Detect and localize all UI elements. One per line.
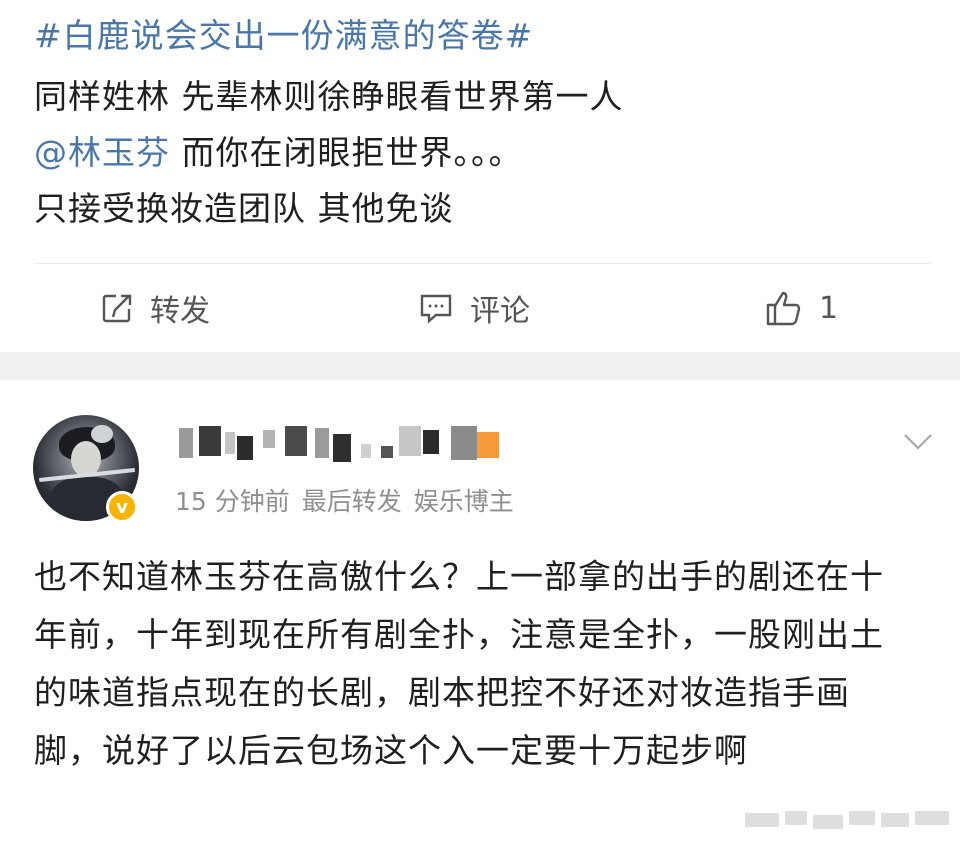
like-button[interactable]: 1 <box>765 286 838 330</box>
chevron-down-icon[interactable] <box>903 432 933 452</box>
repost-icon <box>102 294 132 323</box>
post-status: 最后转发 <box>301 487 402 516</box>
user-mention-link[interactable]: @林玉芬 <box>34 133 170 172</box>
verified-badge-icon: v <box>106 491 138 523</box>
post-text-line: 同样姓林 先辈林则徐睁眼看世界第一人 <box>34 77 624 116</box>
watermark-blurred <box>745 805 955 833</box>
username-blurred[interactable] <box>175 422 525 462</box>
comment-icon <box>420 294 452 324</box>
card-separator <box>0 352 960 380</box>
user-role: 娱乐博主 <box>413 487 514 516</box>
like-count: 1 <box>819 290 839 326</box>
action-bar: 转发 评论 1 <box>0 268 960 348</box>
repost-button[interactable]: 转发 <box>100 286 210 330</box>
post-body-text: 也不知道林玉芬在高傲什么？上一部拿的出手的剧还在十年前，十年到现在所有剧全扑，注… <box>34 557 884 770</box>
post-card: v 15 分钟前 最后转发 娱乐博主 也不知道林玉芬在高傲什么？上一部拿的出手的剧还… <box>0 380 960 841</box>
post-text-line: @林玉芬 而你在闭眼拒世界。。。 <box>34 131 523 175</box>
divider <box>34 263 930 264</box>
repost-label: 转发 <box>150 294 210 329</box>
comment-label: 评论 <box>470 294 530 329</box>
thumbs-up-icon <box>766 291 801 326</box>
post-meta: 15 分钟前 最后转发 娱乐博主 <box>175 482 526 518</box>
post-text-line: 只接受换妆造团队 其他免谈 <box>34 189 454 228</box>
post-text-fragment: 而你在闭眼拒世界。。。 <box>170 133 523 172</box>
topic-hashtag[interactable]: #白鹿说会交出一份满意的答卷# <box>34 14 533 58</box>
comment-button[interactable]: 评论 <box>418 286 530 330</box>
repost-card: #白鹿说会交出一份满意的答卷# 同样姓林 先辈林则徐睁眼看世界第一人 @林玉芬 … <box>0 0 960 352</box>
post-time: 15 分钟前 <box>175 487 290 516</box>
